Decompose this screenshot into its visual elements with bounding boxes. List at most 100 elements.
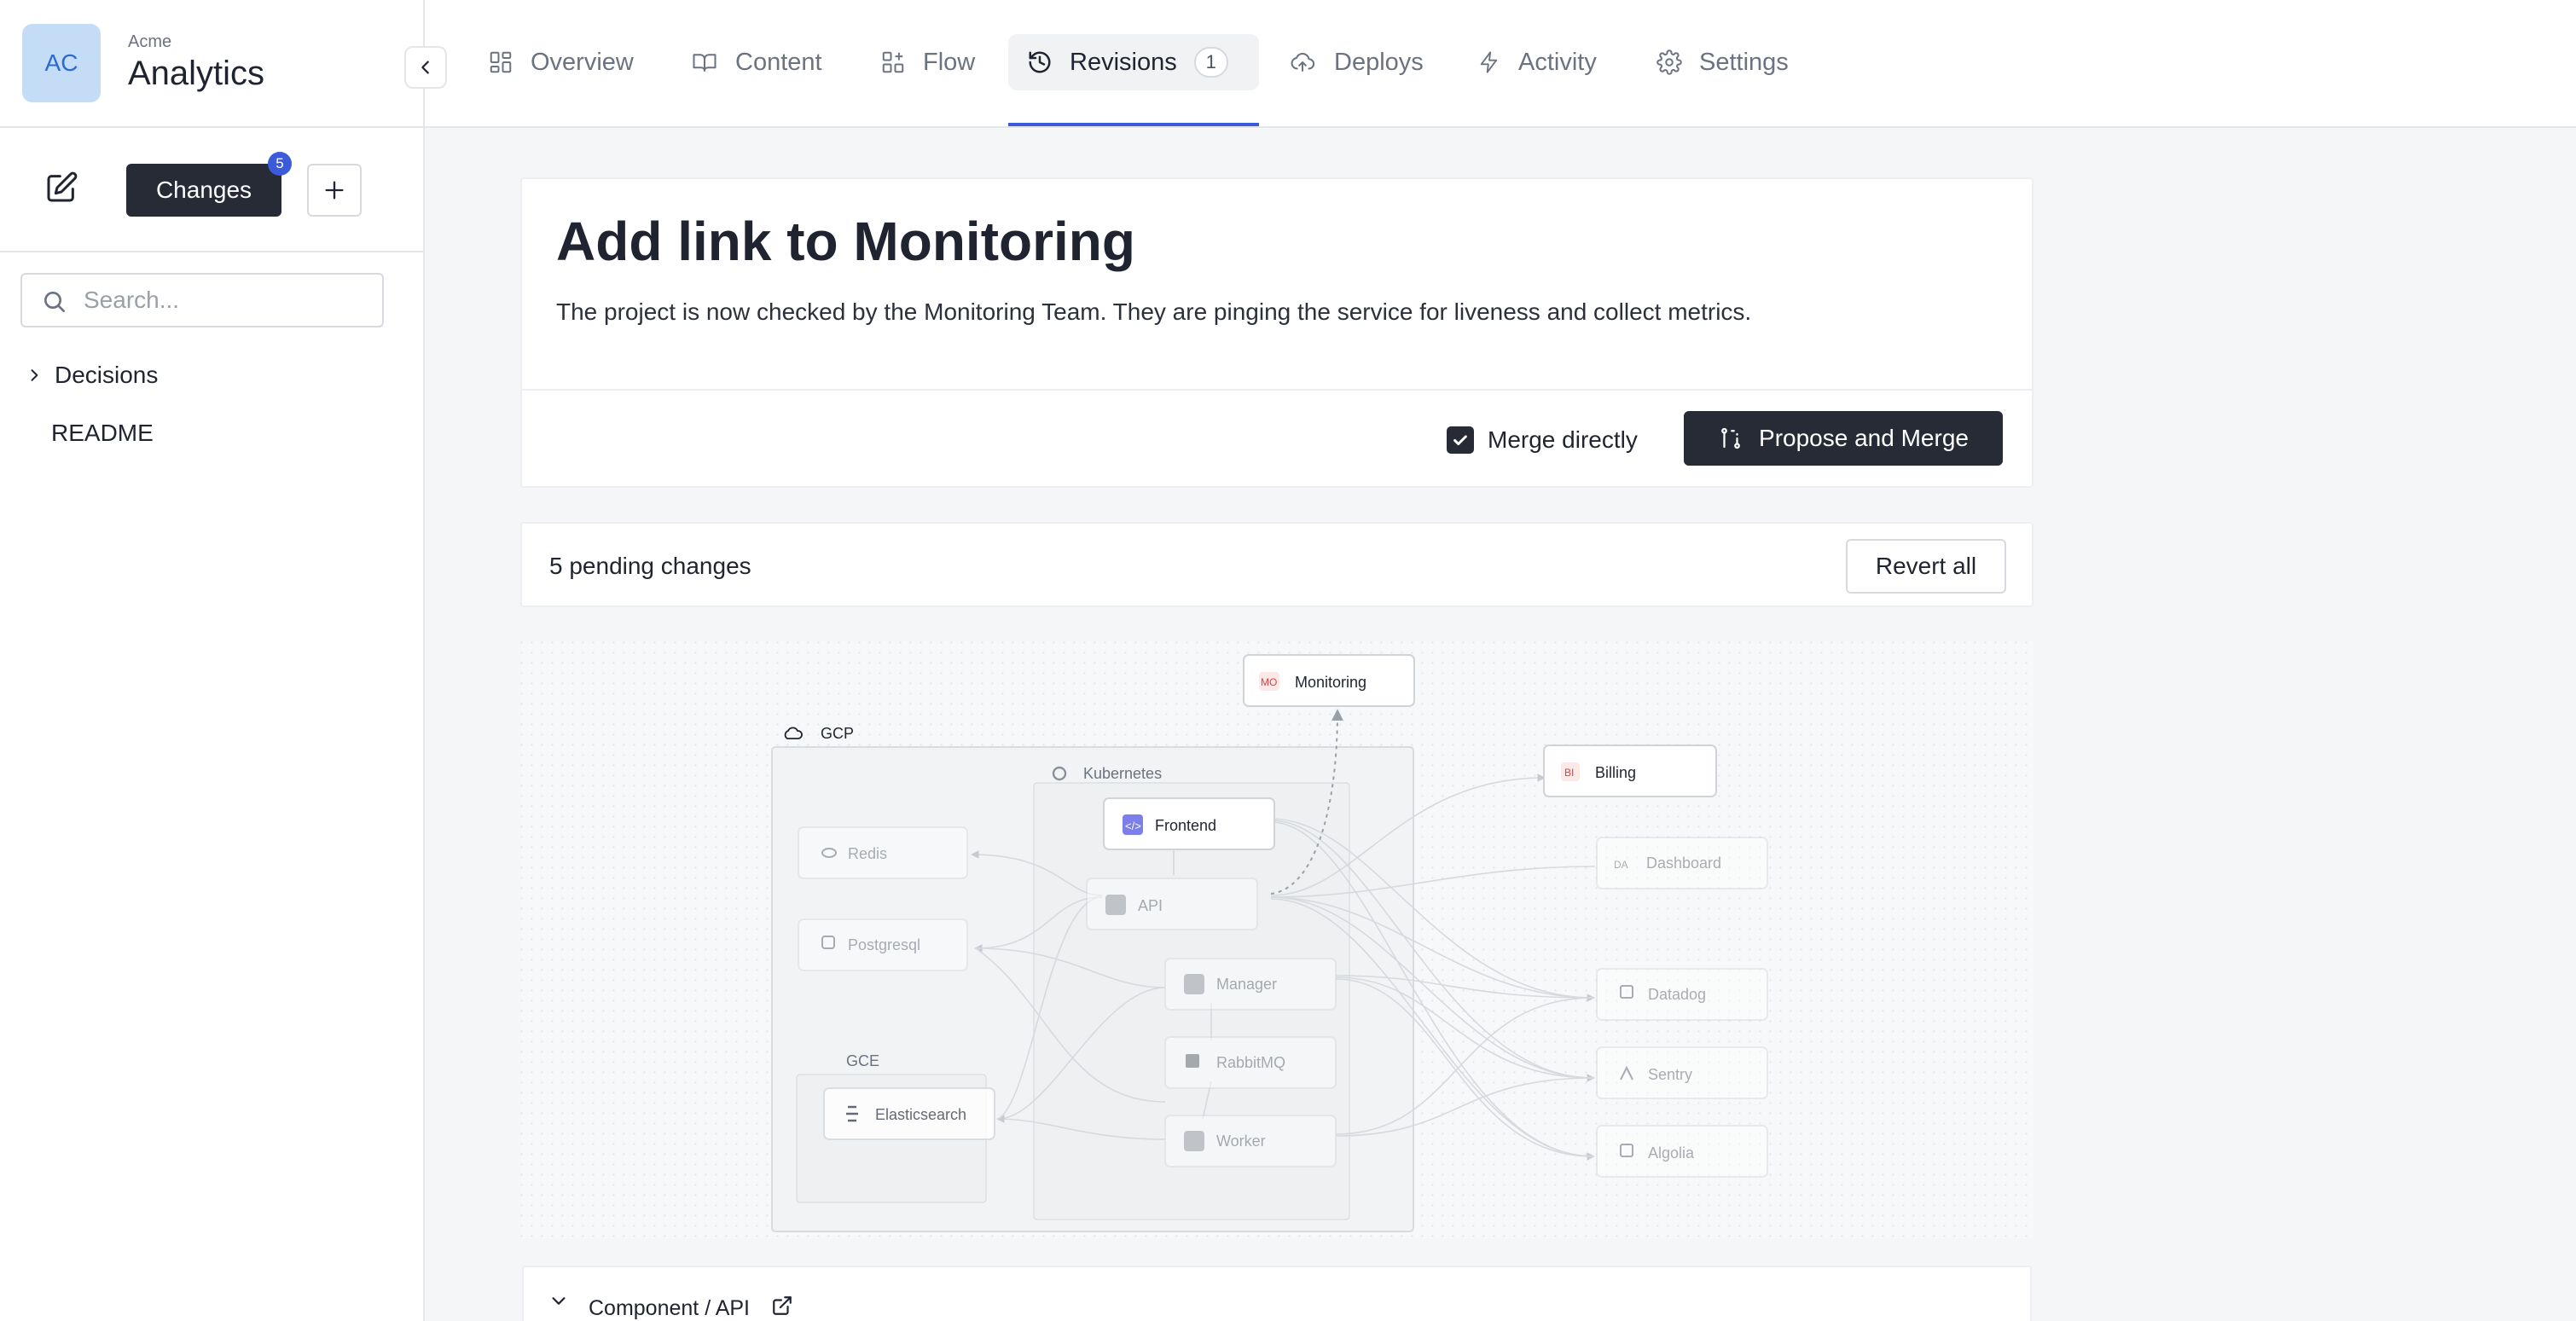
- search-input[interactable]: [84, 283, 365, 317]
- divider: [522, 389, 2032, 391]
- node-elasticsearch[interactable]: Elasticsearch: [823, 1087, 995, 1140]
- node-manager[interactable]: Manager: [1164, 958, 1337, 1011]
- tree-item-label: README: [51, 420, 154, 446]
- check-icon: [1453, 435, 1467, 446]
- sidebar-toolbar: Changes: [0, 128, 425, 252]
- node-label: Redis: [848, 845, 887, 862]
- dashboard-badge-text: DA: [1614, 859, 1628, 871]
- tab-label: Flow: [923, 48, 976, 76]
- node-worker[interactable]: Worker: [1164, 1115, 1337, 1167]
- node-label: Worker: [1216, 1133, 1266, 1150]
- tab-overview[interactable]: Overview: [469, 34, 653, 90]
- node-label: Monitoring: [1295, 674, 1366, 691]
- git-merge-icon: [1721, 427, 1740, 449]
- search-field[interactable]: [20, 273, 384, 327]
- svg-text:</>: </>: [1125, 820, 1141, 832]
- code-icon: [1105, 895, 1126, 915]
- node-label: Postgresql: [848, 936, 920, 953]
- plus-icon: [325, 181, 344, 200]
- node-rabbitmq[interactable]: RabbitMQ: [1164, 1036, 1337, 1089]
- code-icon: [1184, 1131, 1204, 1151]
- node-datadog[interactable]: Datadog: [1596, 968, 1768, 1021]
- node-label: Elasticsearch: [875, 1106, 966, 1123]
- revision-title: Add link to Monitoring: [556, 211, 1135, 272]
- propose-label: Propose and Merge: [1759, 425, 1969, 451]
- tree-item-label: Decisions: [55, 362, 159, 388]
- changes-count-badge: 5: [268, 152, 292, 176]
- tab-settings[interactable]: Settings: [1638, 34, 1807, 90]
- tab-revisions[interactable]: Revisions 1: [1008, 34, 1259, 90]
- tab-deploys[interactable]: Deploys: [1269, 34, 1442, 90]
- tab-label: Content: [735, 48, 822, 76]
- node-label: Billing: [1595, 764, 1636, 781]
- pending-changes-bar: 5 pending changes Revert all: [520, 522, 2034, 607]
- chevron-left-icon: [421, 61, 429, 74]
- edit-icon: [47, 171, 78, 202]
- cloud-upload-icon: [1291, 52, 1315, 72]
- chevron-down-icon: [552, 1297, 566, 1305]
- org-name: Acme: [128, 32, 172, 51]
- flow-icon: [882, 51, 904, 73]
- chevron-right-icon: [31, 369, 38, 381]
- node-api[interactable]: API: [1086, 878, 1258, 930]
- node-label: Sentry: [1648, 1066, 1692, 1083]
- gear-icon: [1656, 49, 1682, 75]
- propose-and-merge-button[interactable]: Propose and Merge: [1684, 411, 2003, 466]
- revision-description: The project is now checked by the Monito…: [556, 298, 1752, 325]
- bolt-icon: [1480, 51, 1498, 73]
- merge-directly-checkbox[interactable]: [1447, 426, 1474, 454]
- revisions-count-badge: 1: [1193, 47, 1228, 78]
- architecture-diagram[interactable]: GCP Kubernetes GCE MO Monitoring BI Bill…: [520, 641, 2034, 1238]
- tree-item-decisions[interactable]: Decisions: [26, 362, 158, 389]
- node-label: RabbitMQ: [1216, 1054, 1285, 1071]
- node-label: Frontend: [1155, 817, 1216, 834]
- node-monitoring[interactable]: MO Monitoring: [1243, 654, 1415, 707]
- project-avatar[interactable]: AC: [22, 24, 101, 102]
- tab-flow[interactable]: Flow: [862, 34, 994, 90]
- tab-label: Activity: [1518, 48, 1597, 76]
- node-label: Datadog: [1648, 986, 1706, 1003]
- add-button[interactable]: [307, 164, 362, 217]
- revision-card: Add link to Monitoring The project is no…: [520, 177, 2034, 488]
- node-postgresql[interactable]: Postgresql: [798, 918, 968, 971]
- tab-content[interactable]: Content: [672, 34, 841, 90]
- collapse-sidebar-button[interactable]: [404, 46, 447, 89]
- sidebar: AC Acme Analytics Changes 5 Decisions RE…: [0, 0, 425, 1321]
- tree-item-readme[interactable]: README: [51, 420, 154, 447]
- component-label: Component / API: [589, 1296, 751, 1320]
- component-api-row[interactable]: Component / API: [522, 1266, 2032, 1321]
- node-label: Algolia: [1648, 1144, 1695, 1162]
- queue-icon: [1186, 1054, 1199, 1068]
- external-link-icon[interactable]: [771, 1295, 793, 1317]
- changes-button[interactable]: Changes: [126, 164, 281, 217]
- tab-label: Revisions: [1070, 48, 1177, 76]
- node-label: API: [1138, 897, 1163, 914]
- billing-badge-text: BI: [1564, 767, 1574, 779]
- node-label: Dashboard: [1646, 855, 1721, 872]
- pending-changes-text: 5 pending changes: [549, 553, 751, 579]
- tab-label: Overview: [531, 48, 634, 76]
- tab-activity[interactable]: Activity: [1459, 34, 1616, 90]
- node-algolia[interactable]: Algolia: [1596, 1125, 1768, 1178]
- book-icon: [693, 54, 717, 72]
- node-redis[interactable]: Redis: [798, 826, 968, 879]
- revert-all-button[interactable]: Revert all: [1846, 539, 2006, 594]
- project-name[interactable]: Analytics: [128, 55, 264, 93]
- tab-label: Settings: [1699, 48, 1789, 76]
- grid-icon: [490, 51, 512, 73]
- project-header: AC Acme Analytics: [0, 0, 425, 128]
- gce-group-label: GCE: [846, 1052, 879, 1069]
- gcp-group-label: GCP: [821, 725, 854, 742]
- merge-directly-label[interactable]: Merge directly: [1488, 426, 1638, 454]
- top-nav: Overview Content Flow Revisions 1 Deploy…: [425, 0, 2576, 128]
- tab-label: Deploys: [1334, 48, 1424, 76]
- node-sentry[interactable]: Sentry: [1596, 1046, 1768, 1099]
- code-icon: [1184, 974, 1204, 994]
- history-icon: [1029, 51, 1051, 73]
- node-billing[interactable]: BI Billing: [1543, 745, 1717, 797]
- edit-button[interactable]: [38, 164, 85, 211]
- node-dashboard[interactable]: DA Dashboard: [1596, 837, 1768, 889]
- active-tab-indicator: [1008, 123, 1259, 126]
- monitoring-badge-text: MO: [1261, 676, 1277, 688]
- node-frontend[interactable]: </> Frontend: [1103, 797, 1275, 850]
